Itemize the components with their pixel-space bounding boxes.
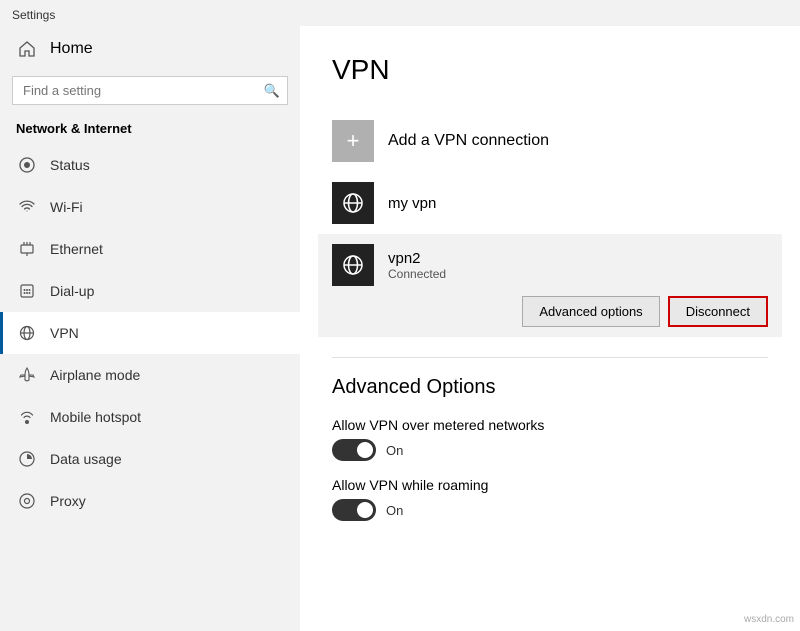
vpn-item-vpn2-info: vpn2 Connected bbox=[388, 250, 446, 281]
toggle-roaming-label: On bbox=[386, 503, 403, 518]
toggle-roaming[interactable] bbox=[332, 499, 376, 521]
option-metered-label: Allow VPN over metered networks bbox=[332, 417, 768, 433]
option-roaming-label: Allow VPN while roaming bbox=[332, 477, 768, 493]
option-metered: Allow VPN over metered networks On bbox=[332, 417, 768, 461]
add-vpn-label: Add a VPN connection bbox=[388, 132, 549, 150]
sidebar-item-airplane[interactable]: Airplane mode bbox=[0, 354, 300, 396]
option-roaming-toggle-row: On bbox=[332, 499, 768, 521]
sidebar-item-vpn[interactable]: VPN bbox=[0, 312, 300, 354]
vpn-item-myvpn[interactable]: my vpn bbox=[332, 172, 768, 234]
sidebar-item-ethernet[interactable]: Ethernet bbox=[0, 228, 300, 270]
sidebar-item-dialup-label: Dial-up bbox=[50, 283, 94, 299]
vpn-icon bbox=[16, 322, 38, 344]
vpn-list: + Add a VPN connection my vpn bbox=[332, 110, 768, 337]
dialup-icon bbox=[16, 280, 38, 302]
vpn-connected-top: vpn2 Connected bbox=[332, 244, 768, 286]
toggle-metered-label: On bbox=[386, 443, 403, 458]
vpn-item-vpn2-status: Connected bbox=[388, 267, 446, 281]
sidebar-item-airplane-label: Airplane mode bbox=[50, 367, 140, 383]
sidebar-item-status-label: Status bbox=[50, 157, 90, 173]
vpn-connected-container: vpn2 Connected Advanced options Disconne… bbox=[318, 234, 782, 337]
status-icon bbox=[16, 154, 38, 176]
sidebar-search: 🔍 bbox=[12, 76, 288, 105]
vpn-item-myvpn-icon bbox=[332, 182, 374, 224]
option-roaming: Allow VPN while roaming On bbox=[332, 477, 768, 521]
advanced-options-title: Advanced Options bbox=[332, 376, 768, 399]
option-metered-toggle-row: On bbox=[332, 439, 768, 461]
sidebar-item-dialup[interactable]: Dial-up bbox=[0, 270, 300, 312]
sidebar-item-hotspot-label: Mobile hotspot bbox=[50, 409, 141, 425]
home-label: Home bbox=[50, 40, 93, 58]
proxy-icon bbox=[16, 490, 38, 512]
wifi-icon bbox=[16, 196, 38, 218]
advanced-options-button[interactable]: Advanced options bbox=[522, 296, 659, 327]
vpn-item-myvpn-info: my vpn bbox=[388, 195, 436, 212]
hotspot-icon bbox=[16, 406, 38, 428]
sidebar-item-hotspot[interactable]: Mobile hotspot bbox=[0, 396, 300, 438]
sidebar-item-wifi[interactable]: Wi-Fi bbox=[0, 186, 300, 228]
advanced-options-section: Advanced Options Allow VPN over metered … bbox=[332, 376, 768, 521]
sidebar-item-proxy[interactable]: Proxy bbox=[0, 480, 300, 522]
divider bbox=[332, 357, 768, 358]
title-bar: Settings bbox=[0, 0, 800, 26]
search-input[interactable] bbox=[12, 76, 288, 105]
sidebar-item-status[interactable]: Status bbox=[0, 144, 300, 186]
toggle-metered[interactable] bbox=[332, 439, 376, 461]
sidebar-item-vpn-label: VPN bbox=[50, 325, 79, 341]
vpn-item-myvpn-name: my vpn bbox=[388, 195, 436, 212]
vpn-item-vpn2-icon bbox=[332, 244, 374, 286]
vpn-item-vpn2-name: vpn2 bbox=[388, 250, 446, 267]
sidebar-item-proxy-label: Proxy bbox=[50, 493, 86, 509]
sidebar-section-title: Network & Internet bbox=[0, 117, 300, 144]
ethernet-icon bbox=[16, 238, 38, 260]
vpn-action-buttons: Advanced options Disconnect bbox=[332, 296, 768, 327]
sidebar-item-wifi-label: Wi-Fi bbox=[50, 199, 83, 215]
add-vpn-icon: + bbox=[332, 120, 374, 162]
sidebar-item-datausage-label: Data usage bbox=[50, 451, 122, 467]
datausage-icon bbox=[16, 448, 38, 470]
page-title: VPN bbox=[332, 54, 768, 86]
main-content: VPN + Add a VPN connection bbox=[300, 26, 800, 631]
search-icon: 🔍 bbox=[264, 83, 280, 99]
sidebar-item-datausage[interactable]: Data usage bbox=[0, 438, 300, 480]
disconnect-button[interactable]: Disconnect bbox=[668, 296, 768, 327]
home-icon bbox=[16, 38, 38, 60]
watermark: wsxdn.com bbox=[744, 614, 794, 625]
add-vpn-button[interactable]: + Add a VPN connection bbox=[332, 110, 768, 172]
sidebar: Home 🔍 Network & Internet Status bbox=[0, 26, 300, 631]
airplane-icon bbox=[16, 364, 38, 386]
sidebar-item-ethernet-label: Ethernet bbox=[50, 241, 103, 257]
title-bar-label: Settings bbox=[12, 8, 55, 22]
sidebar-item-home[interactable]: Home bbox=[0, 26, 300, 72]
app-container: Home 🔍 Network & Internet Status bbox=[0, 26, 800, 631]
